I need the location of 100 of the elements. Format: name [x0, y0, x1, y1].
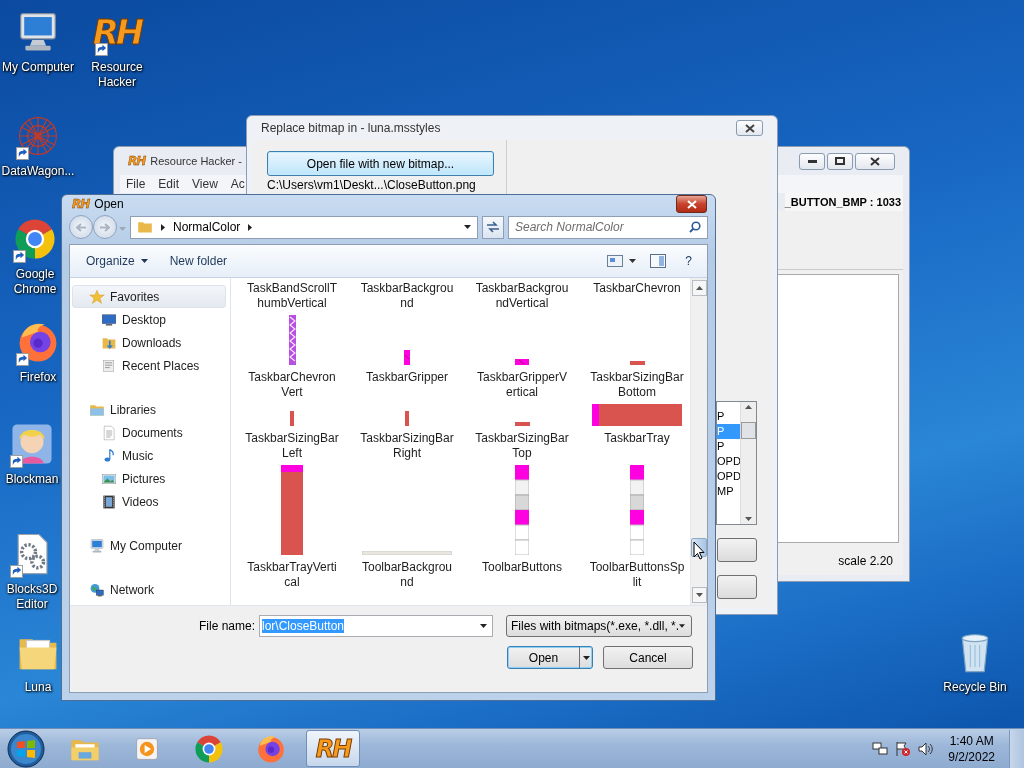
file-name[interactable]: TaskbarSizingBarBottom	[589, 370, 685, 400]
recent-places-icon	[101, 357, 117, 374]
network-icon	[89, 581, 105, 598]
nav-item[interactable]: Pictures	[72, 467, 226, 490]
clock[interactable]: 1:40 AM 9/2/2022	[948, 732, 995, 765]
view-button[interactable]	[607, 255, 636, 267]
file-name[interactable]: ToolbarButtonsSplit	[589, 560, 685, 590]
refresh-button[interactable]	[482, 215, 504, 239]
field-label: File name:	[197, 619, 255, 633]
back-arrow-icon	[76, 222, 86, 232]
caret-icon	[119, 227, 126, 231]
menu-item[interactable]: File	[126, 177, 146, 191]
cancel-button[interactable]: Cancel	[603, 646, 693, 669]
help-button[interactable]: ?	[680, 252, 697, 270]
file-name[interactable]: TaskBandScrollThumbVertical	[244, 281, 340, 311]
scroll-down-icon	[745, 517, 752, 521]
desktop-icon-label[interactable]: Luna	[24, 680, 52, 695]
caret-icon	[679, 624, 685, 628]
file-type-dropdown[interactable]: Files with bitmaps(*.exe, *.dll, *.	[506, 615, 692, 637]
file-name[interactable]: TaskbarSizingBarTop	[474, 431, 570, 461]
toolbar-button[interactable]: Organize	[86, 254, 148, 268]
caret-icon	[464, 225, 471, 229]
close-button[interactable]	[736, 120, 763, 136]
file-name[interactable]: TaskbarGripperVertical	[474, 370, 570, 400]
nav-item[interactable]: Recent Places	[72, 354, 226, 377]
toolbar-button[interactable]: New folder	[169, 254, 228, 268]
desktop-icon-label[interactable]: Recycle Bin	[943, 680, 1007, 695]
file-name[interactable]: TaskbarTray	[589, 431, 685, 461]
menu-item[interactable]: View	[192, 177, 218, 191]
speaker-icon[interactable]	[918, 740, 935, 757]
file-name[interactable]: TaskbarGripper	[359, 370, 455, 400]
nav-item[interactable]: Videos	[72, 490, 226, 513]
file-name[interactable]: TaskbarBackground	[359, 281, 455, 311]
list-item[interactable]: P	[717, 409, 740, 424]
window-title: Replace bitmap in - luna.msstyles	[261, 121, 441, 135]
status-text: scale 2.20	[838, 554, 893, 568]
nav-item[interactable]: Favorites	[72, 285, 226, 308]
nav-item[interactable]: Desktop	[72, 308, 226, 331]
caret-icon	[480, 624, 487, 628]
app-logo: RH	[72, 197, 90, 211]
dialog-button[interactable]	[717, 575, 757, 599]
close-button[interactable]	[855, 152, 895, 170]
minimize-icon	[807, 159, 817, 163]
folder-icon	[137, 219, 153, 235]
nav-item[interactable]: Libraries	[72, 398, 226, 421]
flag-icon[interactable]	[895, 740, 912, 757]
scrollbar[interactable]	[740, 402, 756, 524]
search-icon	[689, 220, 701, 233]
preview-pane-icon[interactable]	[650, 254, 666, 268]
menu-item[interactable]: Ac	[230, 177, 245, 191]
scroll-up-icon	[695, 286, 703, 290]
open-button[interactable]: Open	[507, 646, 593, 669]
windows-logo-icon	[7, 729, 45, 768]
list-item[interactable]: OPD	[717, 469, 740, 484]
file-name[interactable]: ToolbarButtons	[474, 560, 570, 590]
scrollbar-thumb[interactable]	[741, 422, 756, 439]
date: 9/2/2022	[948, 748, 995, 765]
file-name[interactable]: TaskbarChevronVert	[244, 370, 340, 400]
desktop-icon-label[interactable]: DataWagon...	[1, 164, 75, 179]
open-file-button[interactable]: Open file with new bitmap...	[267, 151, 494, 176]
file-name[interactable]: TaskbarChevron	[589, 281, 685, 311]
start-button[interactable]	[6, 729, 46, 768]
file-name[interactable]: TaskbarSizingBarLeft	[244, 431, 340, 461]
list-item[interactable]: OPD	[717, 454, 740, 469]
maximize-icon	[835, 157, 845, 165]
close-icon	[686, 199, 697, 209]
file-name[interactable]: TaskbarBackgroundVertical	[474, 281, 570, 311]
maximize-button[interactable]	[827, 152, 853, 170]
desktop-icon-label[interactable]: Resource Hacker	[79, 60, 155, 90]
list-item[interactable]: P	[717, 439, 740, 454]
app-logo: RH	[128, 154, 146, 168]
nav-item[interactable]: My Computer	[72, 534, 226, 557]
minimize-button[interactable]	[799, 152, 825, 170]
file-name[interactable]: TaskbarTrayVertical	[244, 560, 340, 590]
nav-item[interactable]: Music	[72, 444, 226, 467]
file-name[interactable]: ToolbarBackground	[359, 560, 455, 590]
refresh-icon	[486, 221, 500, 233]
scrollbar[interactable]	[690, 278, 707, 605]
scroll-down-button[interactable]	[691, 587, 707, 603]
nav-item[interactable]: Network	[72, 578, 226, 601]
dialog-button[interactable]	[717, 538, 757, 562]
scroll-up-button[interactable]	[691, 280, 707, 296]
menu-item[interactable]: Edit	[158, 177, 180, 191]
resource-name: _BUTTON_BMP : 1033	[784, 193, 903, 211]
desktop-icon-label[interactable]: My Computer	[2, 60, 74, 75]
desktop-icon-label[interactable]: Blockman	[5, 472, 59, 487]
nav-item[interactable]: Downloads	[72, 331, 226, 354]
file-path: C:\Users\vm1\Deskt...\CloseButton.png	[267, 178, 477, 192]
list-item[interactable]: MP	[717, 484, 740, 499]
thumbnail	[404, 350, 410, 365]
desktop-icon-label[interactable]: Firefox	[19, 370, 57, 385]
address-bar[interactable]: NormalColor	[130, 215, 478, 239]
star-icon	[89, 288, 105, 305]
network-icon[interactable]	[872, 740, 889, 757]
close-button[interactable]	[676, 195, 707, 213]
caret-icon	[140, 259, 148, 263]
close-icon	[870, 156, 880, 166]
file-name[interactable]: TaskbarSizingBarRight	[359, 431, 455, 461]
search-field[interactable]: Search NormalColor	[508, 215, 708, 239]
nav-item[interactable]: Documents	[72, 421, 226, 444]
